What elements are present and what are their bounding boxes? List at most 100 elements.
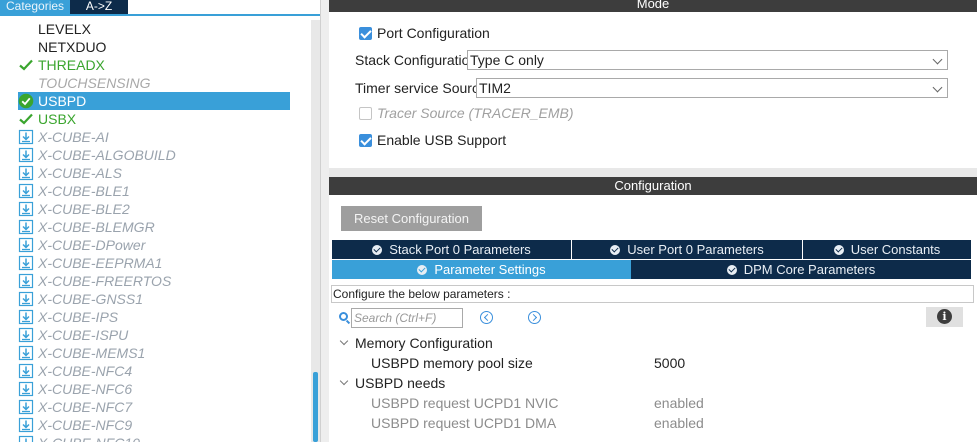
component-label: X-CUBE-ALGOBUILD: [38, 147, 176, 163]
chevron-down-icon: [932, 54, 943, 65]
component-item[interactable]: X-CUBE-BLE2: [18, 200, 290, 218]
tab-label: User Port 0 Parameters: [627, 242, 764, 257]
component-item[interactable]: X-CUBE-GNSS1: [18, 290, 290, 308]
right-panel: Mode Port Configuration Stack Configurat…: [329, 0, 977, 442]
component-item[interactable]: X-CUBE-NFC6: [18, 380, 290, 398]
timer-service-source-value: TIM2: [479, 80, 511, 96]
download-icon: [18, 219, 34, 235]
timer-service-source-select[interactable]: TIM2: [476, 78, 948, 98]
check-icon: [18, 57, 34, 73]
chevron-down-icon: [339, 376, 349, 386]
component-item[interactable]: USBPD: [18, 92, 290, 110]
info-button[interactable]: i: [926, 307, 963, 327]
param-value[interactable]: 5000: [654, 354, 685, 372]
components-panel: Categories A->Z LEVELX NETXDUO THREADX TOUC…: [0, 0, 321, 442]
component-label: X-CUBE-ISPU: [38, 327, 129, 343]
next-match-button[interactable]: [528, 311, 541, 324]
download-icon: [18, 417, 34, 433]
download-icon: [18, 165, 34, 181]
component-item[interactable]: X-CUBE-NFC9: [18, 416, 290, 434]
component-label: X-CUBE-GNSS1: [38, 291, 144, 307]
check-circle-icon: [372, 245, 383, 255]
component-item[interactable]: USBX: [18, 110, 290, 128]
param-name: USBPD request UCPD1 NVIC: [371, 395, 559, 411]
configuration-header: Configuration: [329, 177, 977, 195]
tab-a-to-z[interactable]: A->Z: [70, 0, 128, 14]
component-label: X-CUBE-FREERTOS: [38, 273, 172, 289]
component-label: X-CUBE-AI: [38, 129, 109, 145]
download-icon: [18, 201, 34, 217]
enable-usb-support-label: Enable USB Support: [377, 132, 507, 148]
component-item[interactable]: X-CUBE-MEMS1: [18, 344, 290, 362]
component-label: X-CUBE-NFC9: [38, 417, 133, 433]
component-item[interactable]: X-CUBE-IPS: [18, 308, 290, 326]
category-tabs: Categories A->Z: [0, 0, 320, 15]
check-icon: [18, 111, 34, 127]
tab-dpm-core-parameters[interactable]: DPM Core Parameters: [631, 260, 971, 279]
search-input[interactable]: [351, 308, 463, 328]
tab-categories[interactable]: Categories: [0, 0, 70, 14]
component-item[interactable]: X-CUBE-BLE1: [18, 182, 290, 200]
component-label: X-CUBE-EEPRMA1: [38, 255, 163, 271]
config-tabs-row-2: Parameter Settings DPM Core Parameters: [332, 260, 971, 279]
check-circle-icon: [18, 93, 34, 109]
stack-configuration-value: Type C only: [470, 52, 544, 68]
component-item[interactable]: LEVELX: [18, 20, 290, 38]
checkbox-unchecked-icon[interactable]: [359, 107, 372, 120]
component-item[interactable]: X-CUBE-NFC4: [18, 362, 290, 380]
download-icon: [18, 147, 34, 163]
component-item[interactable]: X-CUBE-EEPRMA1: [18, 254, 290, 272]
component-item[interactable]: X-CUBE-NFC7: [18, 398, 290, 416]
component-label: X-CUBE-NFC6: [38, 381, 133, 397]
reset-configuration-button[interactable]: Reset Configuration: [341, 206, 482, 231]
check-circle-icon: [417, 265, 428, 275]
component-item[interactable]: X-CUBE-BLEMGR: [18, 218, 290, 236]
mode-header: Mode: [329, 0, 977, 12]
component-label: USBX: [38, 111, 77, 127]
component-item[interactable]: X-CUBE-FREERTOS: [18, 272, 290, 290]
param-name[interactable]: USBPD memory pool size: [371, 354, 533, 372]
checkbox-checked-icon[interactable]: [359, 134, 372, 147]
component-label: X-CUBE-DPower: [38, 237, 146, 253]
stack-configuration-select[interactable]: Type C only: [467, 50, 948, 70]
component-item[interactable]: X-CUBE-NFC10: [18, 434, 290, 442]
panel-divider[interactable]: [321, 0, 329, 442]
port-configuration-label: Port Configuration: [377, 25, 490, 41]
component-item[interactable]: X-CUBE-ALGOBUILD: [18, 146, 290, 164]
tab-stack-port-0-parameters[interactable]: Stack Port 0 Parameters: [332, 240, 571, 259]
component-label: X-CUBE-NFC7: [38, 399, 133, 415]
tab-user-constants[interactable]: User Constants: [802, 240, 971, 259]
component-item[interactable]: X-CUBE-DPower: [18, 236, 290, 254]
param-value: enabled: [654, 395, 704, 411]
tab-user-port-0-parameters[interactable]: User Port 0 Parameters: [571, 240, 802, 259]
component-label: X-CUBE-MEMS1: [38, 345, 146, 361]
previous-match-button[interactable]: [480, 311, 493, 324]
tracer-source-label: Tracer Source (TRACER_EMB): [377, 105, 574, 121]
component-item[interactable]: NETXDUO: [18, 38, 290, 56]
check-circle-icon: [833, 245, 844, 255]
chevron-down-icon: [932, 82, 943, 93]
component-item[interactable]: X-CUBE-ISPU: [18, 326, 290, 344]
checkbox-checked-icon[interactable]: [359, 27, 372, 40]
configuration-description: Configure the below parameters :: [331, 285, 974, 303]
chevron-down-icon: [339, 336, 349, 346]
component-item[interactable]: X-CUBE-ALS: [18, 164, 290, 182]
download-icon: [18, 345, 34, 361]
component-label: THREADX: [38, 57, 105, 73]
scrollbar-thumb[interactable]: [313, 372, 318, 442]
tab-label: Stack Port 0 Parameters: [389, 242, 531, 257]
component-item[interactable]: THREADX: [18, 56, 290, 74]
component-item[interactable]: X-CUBE-AI: [18, 128, 290, 146]
group-label: USBPD needs: [355, 375, 446, 391]
param-value: enabled: [654, 415, 704, 431]
component-label: LEVELX: [38, 21, 91, 37]
component-label: USBPD: [38, 93, 87, 109]
tab-label: User Constants: [850, 242, 941, 257]
section-splitter[interactable]: [329, 168, 977, 177]
config-tabs-row-1: Stack Port 0 Parameters User Port 0 Para…: [332, 240, 971, 259]
download-icon: [18, 363, 34, 379]
group-label: Memory Configuration: [355, 335, 493, 351]
component-label: X-CUBE-BLE2: [38, 201, 130, 217]
tab-parameter-settings[interactable]: Parameter Settings: [332, 260, 631, 279]
component-item[interactable]: TOUCHSENSING: [18, 74, 290, 92]
